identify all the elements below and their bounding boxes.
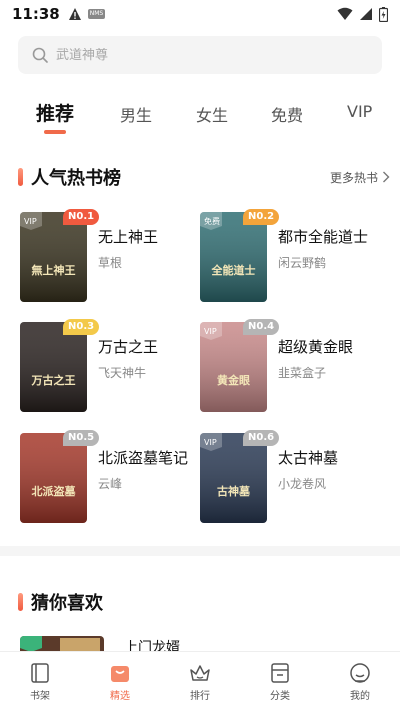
book-cover-image: VIP 無上神王 <box>20 212 87 302</box>
tab-vip[interactable]: VIP <box>347 102 372 121</box>
signal-icon <box>360 8 372 20</box>
book-cover: VIP 古神墓 <box>200 433 267 523</box>
cover-title-art: 古神墓 <box>217 484 251 498</box>
rank-badge: N0.2 <box>243 209 280 225</box>
featured-bag-icon <box>111 666 129 682</box>
profile-icon <box>350 663 370 683</box>
nav-label: 精选 <box>110 691 130 702</box>
cover-title-art: 北派盗墓 <box>32 484 77 498</box>
book-cover: 万古之王 <box>20 322 87 412</box>
crown-icon <box>190 665 210 681</box>
status-time: 11:38 <box>12 5 60 23</box>
nav-label: 排行 <box>190 691 210 702</box>
more-label: 更多热书 <box>329 170 378 185</box>
nav-category[interactable]: 分类 <box>240 652 320 711</box>
book-title: 太古神墓 <box>278 449 339 467</box>
nav-label: 书架 <box>30 691 50 702</box>
book-author: 闲云野鹤 <box>278 256 327 270</box>
category-tabs: 推荐 男生 女生 免费 VIP <box>0 96 400 136</box>
book-cover-image: 免费 全能道士 <box>200 212 267 302</box>
cover-tag: VIP <box>204 327 217 336</box>
book-cover-image: 北派盗墓 <box>20 433 87 523</box>
wifi-icon <box>337 7 353 20</box>
rank-badge: N0.1 <box>63 209 100 225</box>
book-item[interactable]: VIP 古神墓 N0.6 太古神墓 小龙卷风 <box>200 430 380 525</box>
status-left-icons: NMS <box>68 7 106 21</box>
book-cover: 北派盗墓 <box>20 433 87 523</box>
cover-title-art: 万古之王 <box>31 373 76 387</box>
status-bar: 11:38 NMS <box>0 0 400 28</box>
book-title: 无上神王 <box>98 228 159 246</box>
cover-title-art: 全能道士 <box>211 263 256 277</box>
cover-title-art: 無上神王 <box>32 263 76 277</box>
book-author: 草根 <box>98 256 123 270</box>
bottom-navigation: 书架 精选 排行 分类 我的 <box>0 651 400 711</box>
tab-active-indicator <box>44 130 66 134</box>
book-cover: VIP 無上神王 <box>20 212 87 302</box>
status-right-icons <box>337 6 388 22</box>
category-icon <box>271 663 289 683</box>
book-item[interactable]: 万古之王 N0.3 万古之王 飞天神牛 <box>20 319 200 414</box>
book-title: 都市全能道士 <box>278 228 369 246</box>
section-divider <box>0 546 400 556</box>
book-title: 北派盗墓笔记 <box>98 449 189 467</box>
book-author: 飞天神牛 <box>98 366 147 380</box>
more-hot-books-link[interactable]: 更多热书 <box>330 169 390 186</box>
cover-title-art: 黄金眼 <box>217 373 250 387</box>
section-accent-bar <box>18 168 23 186</box>
hot-books-header: 人气热书榜 更多热书 <box>18 164 390 190</box>
cover-tag: VIP <box>24 217 37 226</box>
book-title: 超级黄金眼 <box>278 338 354 356</box>
rank-badge: N0.6 <box>243 430 280 446</box>
book-author: 韭菜盒子 <box>278 366 327 380</box>
book-author: 云峰 <box>98 477 123 491</box>
chevron-right-icon <box>383 171 390 183</box>
tab-recommend[interactable]: 推荐 <box>36 99 74 126</box>
section-accent-bar <box>18 593 23 611</box>
book-title: 万古之王 <box>98 338 159 356</box>
nav-ranking[interactable]: 排行 <box>160 652 240 711</box>
book-item[interactable]: VIP 黄金眼 N0.4 超级黄金眼 韭菜盒子 <box>200 319 380 414</box>
book-cover: VIP 黄金眼 <box>200 322 267 412</box>
book-item[interactable]: 北派盗墓 N0.5 北派盗墓笔记 云峰 <box>20 430 200 525</box>
bookshelf-icon <box>31 663 49 683</box>
nav-profile[interactable]: 我的 <box>320 652 400 711</box>
book-author: 小龙卷风 <box>278 477 327 491</box>
rank-badge: N0.3 <box>63 319 100 335</box>
tab-female[interactable]: 女生 <box>196 102 228 126</box>
book-cover-image: VIP 黄金眼 <box>200 322 267 412</box>
nav-label: 我的 <box>350 691 370 702</box>
book-item[interactable]: VIP 無上神王 N0.1 无上神王 草根 <box>20 209 200 304</box>
section-title: 人气热书榜 <box>31 168 121 189</box>
tab-male[interactable]: 男生 <box>120 102 152 126</box>
nav-bookshelf[interactable]: 书架 <box>0 652 80 711</box>
battery-icon <box>379 6 388 22</box>
cover-tag: VIP <box>204 438 217 447</box>
search-input[interactable] <box>56 47 356 63</box>
warning-icon <box>68 8 81 20</box>
nav-featured[interactable]: 精选 <box>80 652 160 711</box>
search-icon <box>32 47 48 63</box>
nms-icon: NMS <box>87 9 106 19</box>
guess-you-like-header: 猜你喜欢 <box>18 589 390 615</box>
tab-free[interactable]: 免费 <box>271 102 303 126</box>
nav-label: 分类 <box>270 691 290 702</box>
book-item[interactable]: 免费 全能道士 N0.2 都市全能道士 闲云野鹤 <box>200 209 380 304</box>
section-title: 猜你喜欢 <box>31 593 103 614</box>
book-cover-image: 万古之王 <box>20 322 87 412</box>
rank-badge: N0.5 <box>63 430 100 446</box>
cover-tag: 免费 <box>204 216 220 226</box>
book-cover-image: VIP 古神墓 <box>200 433 267 523</box>
search-bar[interactable] <box>18 36 382 74</box>
rank-badge: N0.4 <box>243 319 280 335</box>
book-cover: 免费 全能道士 <box>200 212 267 302</box>
